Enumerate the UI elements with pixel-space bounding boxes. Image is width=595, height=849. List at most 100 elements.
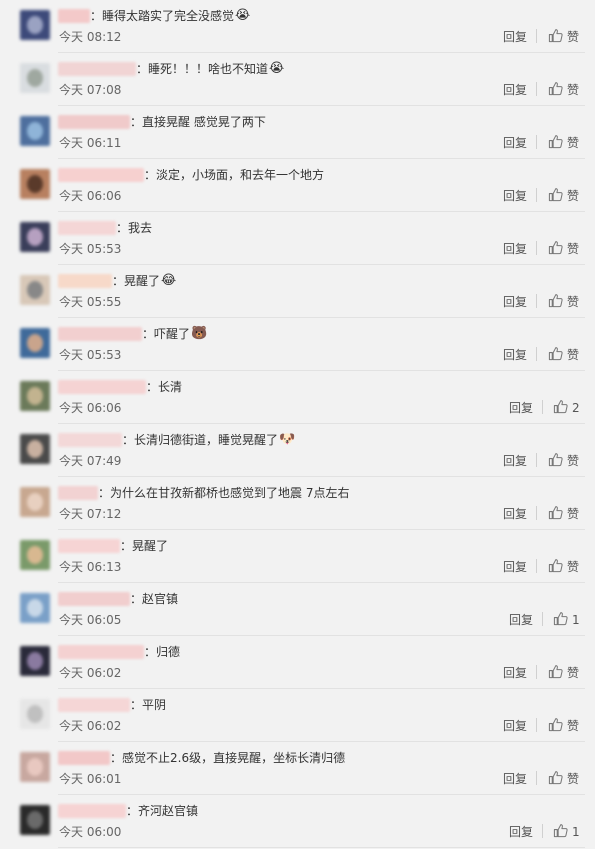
like-button[interactable]: 赞 [567, 295, 579, 309]
username-redacted[interactable] [58, 115, 130, 129]
reply-button[interactable]: 回复 [503, 666, 527, 680]
comment-time: 今天 05:53 [59, 242, 122, 256]
avatar[interactable] [20, 381, 50, 411]
username-redacted[interactable] [58, 751, 110, 765]
avatar[interactable] [20, 10, 50, 40]
like-button[interactable]: 赞 [567, 136, 579, 150]
like-button[interactable]: 赞 [567, 507, 579, 521]
username-redacted[interactable] [58, 539, 120, 553]
thumbs-up-icon[interactable] [553, 611, 568, 626]
thumbs-up-icon[interactable] [548, 134, 563, 149]
reply-button[interactable]: 回复 [503, 189, 527, 203]
avatar[interactable] [20, 169, 50, 199]
thumbs-up-icon[interactable] [548, 770, 563, 785]
reply-button[interactable]: 回复 [509, 401, 533, 415]
name-colon: ： [136, 62, 149, 76]
username-redacted[interactable] [58, 168, 144, 182]
username-redacted[interactable] [58, 274, 112, 288]
thumbs-up-icon[interactable] [548, 505, 563, 520]
avatar[interactable] [20, 434, 50, 464]
like-button[interactable]: 赞 [567, 719, 579, 733]
reply-button[interactable]: 回复 [503, 83, 527, 97]
reply-button[interactable]: 回复 [509, 825, 533, 839]
avatar[interactable] [20, 752, 50, 782]
avatar-figure [27, 122, 43, 140]
reply-button[interactable]: 回复 [503, 136, 527, 150]
like-button[interactable]: 赞 [567, 83, 579, 97]
comment-item: ：归德 今天 06:02 回复 赞 [0, 636, 595, 689]
like-button[interactable]: 1 [572, 613, 580, 627]
comment-list: ：睡得太踏实了完全没感觉😭 今天 08:12 回复赞：睡死！！！啥也不知道😭 今天 0… [0, 0, 595, 849]
thumbs-up-icon[interactable] [548, 81, 563, 96]
thumbs-up-icon[interactable] [548, 558, 563, 573]
thumbs-up-icon[interactable] [548, 28, 563, 43]
thumbs-up-icon[interactable] [553, 399, 568, 414]
like-button[interactable]: 赞 [567, 666, 579, 680]
comment-line: ：长清 [58, 379, 182, 395]
avatar[interactable] [20, 63, 50, 93]
reply-button[interactable]: 回复 [503, 295, 527, 309]
like-button[interactable]: 2 [572, 401, 580, 415]
avatar[interactable] [20, 540, 50, 570]
thumbs-up-icon[interactable] [548, 240, 563, 255]
avatar[interactable] [20, 222, 50, 252]
comment-text: 淡定，小场面，和去年一个地方 [156, 168, 325, 182]
comment-time: 今天 07:08 [59, 83, 122, 97]
reply-button[interactable]: 回复 [503, 507, 527, 521]
emoji-icon: 😂 [161, 273, 177, 288]
username-redacted[interactable] [58, 592, 130, 606]
thumbs-up-icon[interactable] [548, 346, 563, 361]
avatar[interactable] [20, 646, 50, 676]
avatar[interactable] [20, 275, 50, 305]
thumbs-up-icon[interactable] [548, 717, 563, 732]
comment-line: ：晃醒了 [58, 538, 168, 554]
reply-button[interactable]: 回复 [503, 454, 527, 468]
like-button[interactable]: 赞 [567, 454, 579, 468]
comment-text: 长清归德街道，睡觉晃醒了 [134, 433, 279, 447]
reply-button[interactable]: 回复 [509, 613, 533, 627]
like-button[interactable]: 赞 [567, 30, 579, 44]
avatar[interactable] [20, 328, 50, 358]
thumbs-up-icon[interactable] [548, 452, 563, 467]
username-redacted[interactable] [58, 62, 136, 76]
like-button[interactable]: 1 [572, 825, 580, 839]
thumbs-up-icon[interactable] [553, 823, 568, 838]
name-colon: ： [130, 698, 143, 712]
username-redacted[interactable] [58, 645, 144, 659]
comment-time: 今天 06:02 [59, 666, 122, 680]
username-redacted[interactable] [58, 221, 116, 235]
reply-button[interactable]: 回复 [503, 719, 527, 733]
like-button[interactable]: 赞 [567, 772, 579, 786]
thumbs-up-icon[interactable] [548, 187, 563, 202]
avatar[interactable] [20, 487, 50, 517]
reply-button[interactable]: 回复 [503, 560, 527, 574]
name-colon: ： [144, 168, 157, 182]
reply-button[interactable]: 回复 [503, 348, 527, 362]
comment-text: 睡得太踏实了完全没感觉 [102, 9, 235, 23]
username-redacted[interactable] [58, 804, 126, 818]
username-redacted[interactable] [58, 486, 98, 500]
username-redacted[interactable] [58, 433, 122, 447]
like-button[interactable]: 赞 [567, 189, 579, 203]
like-button[interactable]: 赞 [567, 242, 579, 256]
avatar[interactable] [20, 116, 50, 146]
avatar[interactable] [20, 593, 50, 623]
like-button[interactable]: 赞 [567, 348, 579, 362]
action-divider [536, 188, 537, 202]
thumbs-up-icon[interactable] [548, 293, 563, 308]
username-redacted[interactable] [58, 380, 146, 394]
reply-button[interactable]: 回复 [503, 772, 527, 786]
reply-button[interactable]: 回复 [503, 242, 527, 256]
name-colon: ： [90, 9, 103, 23]
username-redacted[interactable] [58, 327, 142, 341]
avatar[interactable] [20, 805, 50, 835]
avatar[interactable] [20, 699, 50, 729]
comment-line: ：赵官镇 [58, 591, 178, 607]
username-redacted[interactable] [58, 9, 90, 23]
reply-button[interactable]: 回复 [503, 30, 527, 44]
thumbs-up-icon[interactable] [548, 664, 563, 679]
emoji-icon: 😭 [269, 61, 285, 76]
username-redacted[interactable] [58, 698, 130, 712]
like-button[interactable]: 赞 [567, 560, 579, 574]
comment-item: ：赵官镇 今天 06:05 回复 1 [0, 583, 595, 636]
